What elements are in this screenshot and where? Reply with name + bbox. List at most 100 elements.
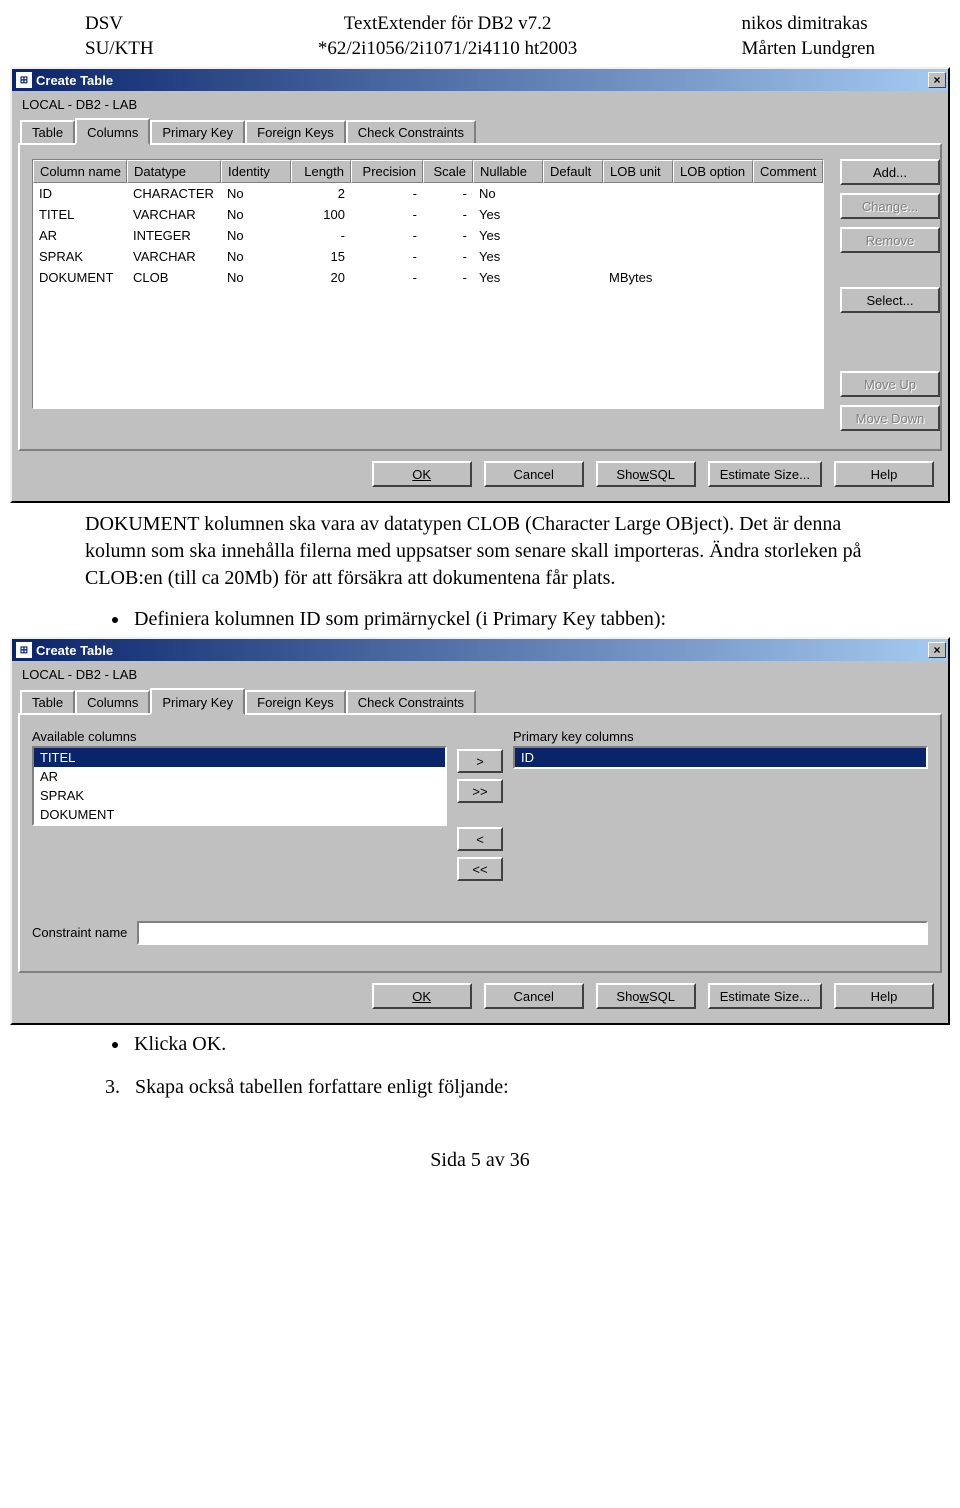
table-cell: -	[291, 225, 351, 246]
tab-primary-key[interactable]: Primary Key	[150, 120, 245, 143]
cancel-button[interactable]: Cancel	[484, 461, 584, 487]
list-item[interactable]: SPRAK	[34, 786, 445, 805]
titlebar: ⊞ Create Table ×	[12, 69, 948, 91]
breadcrumb: LOCAL - DB2 - LAB	[16, 93, 944, 118]
table-cell	[673, 204, 753, 225]
cancel-button[interactable]: Cancel	[484, 983, 584, 1009]
table-cell	[603, 225, 673, 246]
table-cell: No	[221, 246, 291, 267]
col-header[interactable]: LOB unit	[603, 160, 673, 183]
table-cell: Yes	[473, 246, 543, 267]
table-cell: ID	[33, 183, 127, 204]
move-all-left-button[interactable]: <<	[457, 857, 503, 881]
breadcrumb: LOCAL - DB2 - LAB	[16, 663, 944, 688]
col-header[interactable]: Precision	[351, 160, 423, 183]
move-up-button[interactable]: Move Up	[840, 371, 940, 397]
bullet-define-pk: Definiera kolumnen ID som primärnyckel (…	[130, 608, 960, 631]
help-button[interactable]: Help	[834, 461, 934, 487]
step-3-text: Skapa också tabellen forfattare enligt f…	[135, 1076, 509, 1098]
ok-button[interactable]: OK	[372, 461, 472, 487]
header-center-2: *62/2i1056/2i1071/2i4110 ht2003	[318, 37, 578, 62]
move-all-right-button[interactable]: >>	[457, 779, 503, 803]
window-icon: ⊞	[16, 72, 32, 88]
header-right-1: nikos dimitrakas	[742, 12, 875, 37]
primary-key-columns-list[interactable]: ID	[513, 746, 928, 769]
table-cell	[753, 267, 823, 288]
table-cell: No	[221, 225, 291, 246]
move-left-button[interactable]: <	[457, 827, 503, 851]
table-row[interactable]: ARINTEGERNo---Yes	[33, 225, 823, 246]
window-title: Create Table	[36, 643, 113, 658]
window-icon: ⊞	[16, 642, 32, 658]
tab-table[interactable]: Table	[20, 120, 75, 143]
tab-check-constraints[interactable]: Check Constraints	[346, 120, 476, 143]
move-down-button[interactable]: Move Down	[840, 405, 940, 431]
table-row[interactable]: TITELVARCHARNo100--Yes	[33, 204, 823, 225]
col-header[interactable]: Length	[291, 160, 351, 183]
show-sql-button[interactable]: Show SQL	[596, 983, 696, 1009]
table-cell: -	[351, 267, 423, 288]
table-cell: CLOB	[127, 267, 221, 288]
col-header[interactable]: LOB option	[673, 160, 753, 183]
header-left-2: SU/KTH	[85, 37, 154, 62]
list-item[interactable]: DOKUMENT	[34, 805, 445, 824]
table-cell: -	[423, 246, 473, 267]
table-cell: CHARACTER	[127, 183, 221, 204]
list-item[interactable]: TITEL	[34, 748, 445, 767]
table-cell: 2	[291, 183, 351, 204]
col-header[interactable]: Comment	[753, 160, 823, 183]
add-button[interactable]: Add...	[840, 159, 940, 185]
estimate-size-button[interactable]: Estimate Size...	[708, 461, 822, 487]
table-cell	[753, 246, 823, 267]
close-icon[interactable]: ×	[928, 72, 946, 88]
tab-foreign-keys[interactable]: Foreign Keys	[245, 690, 346, 713]
ok-button[interactable]: OK	[372, 983, 472, 1009]
tab-columns[interactable]: Columns	[75, 118, 150, 145]
help-button[interactable]: Help	[834, 983, 934, 1009]
tab-table[interactable]: Table	[20, 690, 75, 713]
columns-grid[interactable]: Column name Datatype Identity Length Pre…	[32, 159, 824, 409]
header-left-1: DSV	[85, 12, 154, 37]
col-header[interactable]: Scale	[423, 160, 473, 183]
table-cell: AR	[33, 225, 127, 246]
primary-key-columns-label: Primary key columns	[513, 729, 928, 746]
tab-foreign-keys[interactable]: Foreign Keys	[245, 120, 346, 143]
table-cell	[753, 204, 823, 225]
estimate-size-button[interactable]: Estimate Size...	[708, 983, 822, 1009]
table-cell: -	[351, 246, 423, 267]
close-icon[interactable]: ×	[928, 642, 946, 658]
table-cell: MBytes	[603, 267, 673, 288]
col-header[interactable]: Nullable	[473, 160, 543, 183]
available-columns-list[interactable]: TITEL AR SPRAK DOKUMENT	[32, 746, 447, 826]
titlebar: ⊞ Create Table ×	[12, 639, 948, 661]
change-button[interactable]: Change...	[840, 193, 940, 219]
move-right-button[interactable]: >	[457, 749, 503, 773]
constraint-name-input[interactable]	[137, 921, 928, 945]
table-cell: -	[351, 183, 423, 204]
list-item[interactable]: ID	[515, 748, 926, 767]
table-cell: VARCHAR	[127, 246, 221, 267]
table-cell: 15	[291, 246, 351, 267]
table-cell	[673, 183, 753, 204]
table-row[interactable]: SPRAKVARCHARNo15--Yes	[33, 246, 823, 267]
remove-button[interactable]: Remove	[840, 227, 940, 253]
table-cell	[673, 246, 753, 267]
show-sql-button[interactable]: Show SQL	[596, 461, 696, 487]
table-row[interactable]: IDCHARACTERNo2--No	[33, 183, 823, 204]
select-button[interactable]: Select...	[840, 287, 940, 313]
table-row[interactable]: DOKUMENTCLOBNo20--YesMBytes	[33, 267, 823, 288]
tab-check-constraints[interactable]: Check Constraints	[346, 690, 476, 713]
table-cell: -	[423, 225, 473, 246]
table-cell: -	[351, 225, 423, 246]
table-cell: INTEGER	[127, 225, 221, 246]
list-item[interactable]: AR	[34, 767, 445, 786]
col-header[interactable]: Default	[543, 160, 603, 183]
col-header[interactable]: Datatype	[127, 160, 221, 183]
page-header: DSV SU/KTH TextExtender för DB2 v7.2 *62…	[0, 0, 960, 61]
table-cell	[673, 225, 753, 246]
tab-primary-key[interactable]: Primary Key	[150, 688, 245, 715]
col-header[interactable]: Column name	[33, 160, 127, 183]
tab-columns[interactable]: Columns	[75, 690, 150, 713]
col-header[interactable]: Identity	[221, 160, 291, 183]
table-cell: DOKUMENT	[33, 267, 127, 288]
